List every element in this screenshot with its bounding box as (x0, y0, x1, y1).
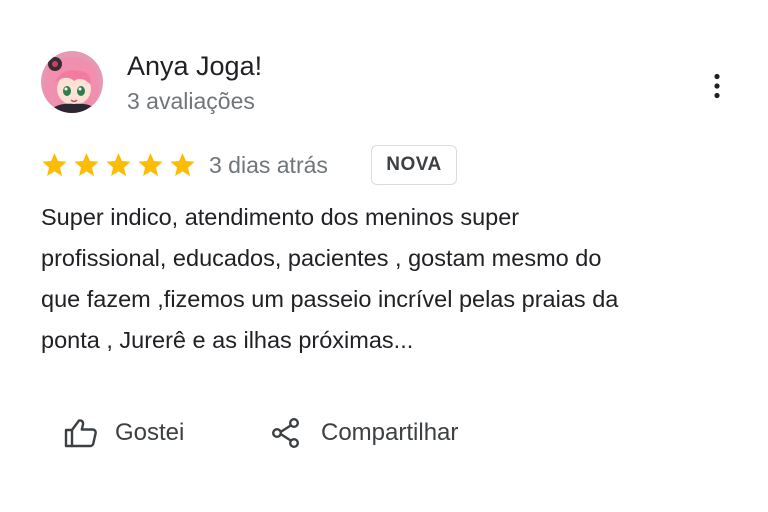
more-options-button[interactable] (700, 66, 734, 106)
review-text-line: ponta , Jurerê e as ilhas próximas... (41, 327, 414, 353)
star-icon (106, 153, 131, 176)
reviewer-name[interactable]: Anya Joga! (127, 49, 262, 83)
share-label: Compartilhar (321, 419, 459, 446)
review-text-line: que fazem ,fizemos um passeio incrível p… (41, 286, 619, 312)
star-icon (42, 153, 67, 176)
avatar[interactable] (41, 51, 103, 113)
like-label: Gostei (115, 419, 185, 446)
new-badge: NOVA (371, 145, 457, 185)
review-date: 3 dias atrás (209, 152, 328, 178)
review-text-line: Super indico, atendimento dos meninos su… (41, 204, 520, 230)
avatar-image (41, 51, 103, 113)
star-icon (74, 153, 99, 176)
star-rating (40, 151, 197, 179)
thumbs-up-icon (64, 419, 97, 448)
star-icon (138, 153, 163, 176)
review-text-line: profissional, educados, pacientes , gost… (41, 245, 602, 271)
review-text: Super indico, atendimento dos meninos su… (41, 197, 741, 361)
share-button[interactable]: Compartilhar (271, 411, 458, 455)
star-icon (170, 153, 195, 176)
more-vert-icon (714, 73, 720, 99)
share-icon (272, 418, 300, 449)
review-card: Anya Joga! 3 avaliações 3 dias atrás NOV… (0, 0, 768, 512)
like-button[interactable]: Gostei (64, 411, 184, 455)
reviewer-review-count: 3 avaliações (127, 88, 255, 114)
